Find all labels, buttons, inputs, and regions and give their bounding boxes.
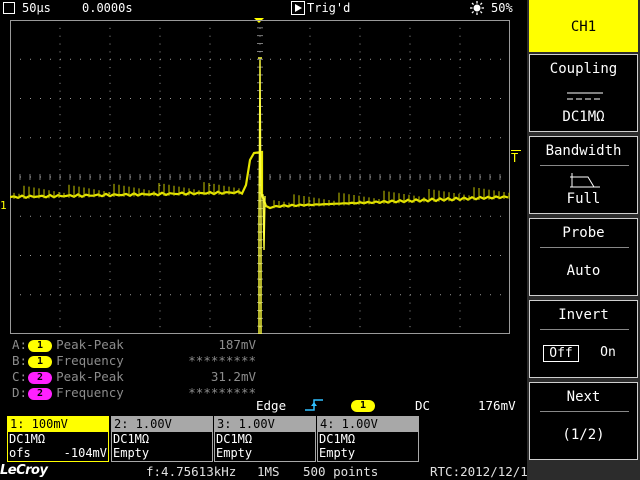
measurement-c: C: 2 Peak-Peak xyxy=(12,369,124,384)
top-status-bar: 50µs 0.0000s Trig'd 50% xyxy=(0,0,526,18)
channel-1-coupling: DC1MΩ xyxy=(9,432,46,446)
brightness-icon xyxy=(470,1,484,16)
sample-rate: 1MS xyxy=(257,464,280,479)
measurement-d-value: ********* xyxy=(188,385,256,400)
measurement-a-value: 187mV xyxy=(218,337,256,352)
invert-off-option[interactable]: Off xyxy=(543,345,579,362)
measurement-d: D: 2 Frequency xyxy=(12,385,124,400)
measurement-c-value: 31.2mV xyxy=(210,369,256,384)
channel-3-box[interactable]: 3: 1.00V DC1MΩ Empty xyxy=(214,416,316,462)
trigger-level-marker[interactable]: T xyxy=(511,150,521,165)
channel-3-status: Empty xyxy=(216,446,253,460)
measurement-name: Frequency xyxy=(56,353,124,368)
offset-label: ofs xyxy=(9,446,31,460)
bandwidth-filter-icon xyxy=(570,173,600,188)
timebase-value: 50µs xyxy=(22,1,51,15)
measurement-name: Frequency xyxy=(56,385,124,400)
trigger-type: Edge xyxy=(256,398,287,413)
record-length: 500 points xyxy=(303,464,379,479)
channel-badge: 2 xyxy=(28,388,53,400)
delay-value: 0.0000s xyxy=(82,1,133,15)
channel-4-coupling: DC1MΩ xyxy=(319,432,356,446)
coupling-title: Coupling xyxy=(549,61,618,77)
channel-1-scale: 1: 100mV xyxy=(8,417,108,432)
dc-coupling-icon xyxy=(567,92,603,100)
channel-2-box[interactable]: 2: 1.00V DC1MΩ Empty xyxy=(111,416,213,462)
channel-4-box[interactable]: 4: 1.00V DC1MΩ Empty xyxy=(317,416,419,462)
invert-button[interactable]: Invert Off On xyxy=(529,300,638,378)
channel-2-scale: 2: 1.00V xyxy=(112,417,212,432)
measurement-slot: A: xyxy=(12,337,28,352)
trigger-state: Trig'd xyxy=(307,1,351,15)
brightness-value: 50% xyxy=(491,1,513,15)
ch1-ground-marker[interactable]: 1 xyxy=(0,199,9,213)
channel-4-scale: 4: 1.00V xyxy=(318,417,418,432)
timebase-icon xyxy=(3,2,15,14)
brand-logo: LeCroy xyxy=(0,463,48,478)
channel-badge: 1 xyxy=(28,356,53,368)
ch1-menu-title[interactable]: CH1 xyxy=(529,0,638,52)
channel-2-status: Empty xyxy=(113,446,150,460)
waveform-display[interactable] xyxy=(10,20,510,334)
ch1-trace xyxy=(10,57,510,334)
probe-value: Auto xyxy=(566,263,601,279)
run-state-icon xyxy=(291,1,305,16)
next-page-button[interactable]: Next (1/2) xyxy=(529,382,638,460)
page-indicator: (1/2) xyxy=(562,427,605,443)
trigger-coupling: DC xyxy=(415,398,431,413)
channel-3-coupling: DC1MΩ xyxy=(216,432,253,446)
menu-title-label: CH1 xyxy=(570,19,597,35)
side-menu: CH1 Coupling DC1MΩ Bandwidth Full Probe … xyxy=(527,0,640,480)
next-title: Next xyxy=(566,389,601,405)
timebase-readout xyxy=(3,1,15,15)
measurement-name: Peak-Peak xyxy=(56,369,124,384)
bandwidth-title: Bandwidth xyxy=(545,143,622,159)
channel-1-offset: ofs -104mV xyxy=(8,446,108,460)
coupling-value: DC1MΩ xyxy=(562,109,605,125)
probe-title: Probe xyxy=(562,225,605,241)
trigger-source-badge: 1 xyxy=(351,400,375,412)
invert-title: Invert xyxy=(558,307,609,323)
channel-badge: 1 xyxy=(28,340,53,352)
measurement-a: A: 1 Peak-Peak xyxy=(12,337,124,352)
invert-on-option[interactable]: On xyxy=(590,345,626,362)
frequency-counter: f:4.75613kHz xyxy=(146,464,237,479)
measurement-slot: C: xyxy=(12,369,28,384)
bandwidth-button[interactable]: Bandwidth Full xyxy=(529,136,638,214)
channel-3-scale: 3: 1.00V xyxy=(215,417,315,432)
offset-value: -104mV xyxy=(63,446,107,460)
channel-1-box[interactable]: 1: 100mV DC1MΩ ofs -104mV xyxy=(7,416,109,462)
probe-button[interactable]: Probe Auto xyxy=(529,218,638,296)
measurement-slot: B: xyxy=(12,353,28,368)
channel-2-coupling: DC1MΩ xyxy=(113,432,150,446)
measurement-b-value: ********* xyxy=(188,353,256,368)
rising-edge-icon xyxy=(305,399,323,411)
measurement-slot: D: xyxy=(12,385,28,400)
measurement-b: B: 1 Frequency xyxy=(12,353,124,368)
channel-badge: 2 xyxy=(28,372,53,384)
coupling-button[interactable]: Coupling DC1MΩ xyxy=(529,54,638,132)
trigger-level: 176mV xyxy=(478,398,516,413)
channel-4-status: Empty xyxy=(319,446,356,460)
bandwidth-value: Full xyxy=(566,191,601,207)
measurement-name: Peak-Peak xyxy=(56,337,124,352)
